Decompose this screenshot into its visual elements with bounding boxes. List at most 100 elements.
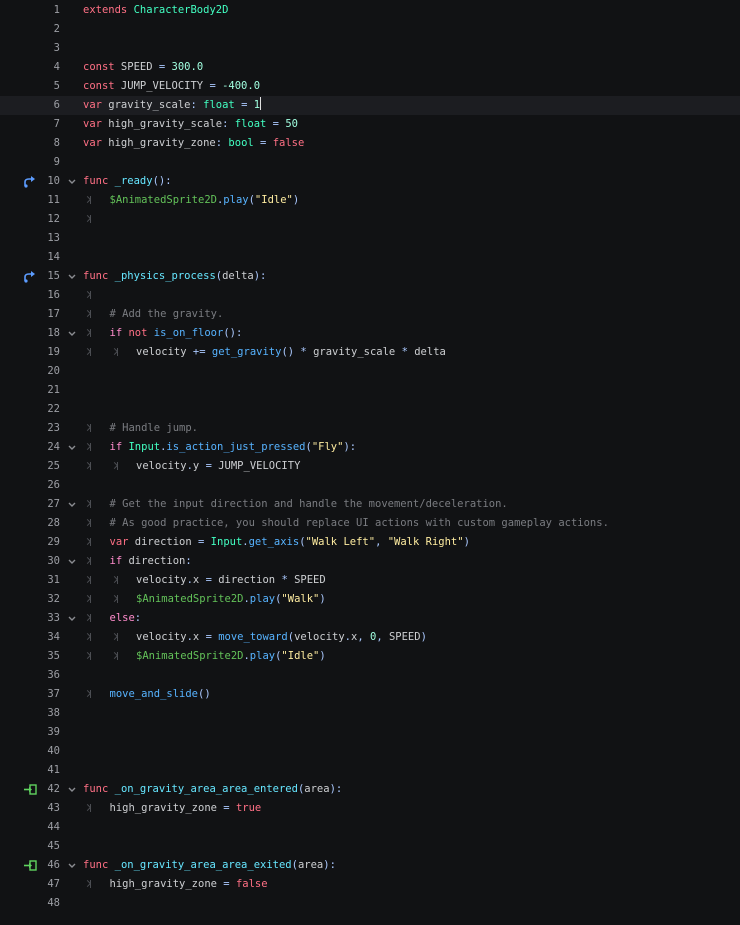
code-line[interactable]: 27 # Get the input direction and handle t… xyxy=(0,495,740,514)
code-token: get_gravity xyxy=(211,346,282,358)
code-token: not xyxy=(128,327,148,339)
code-token: # Handle jump. xyxy=(109,422,199,434)
code-line[interactable]: 46 func _on_gravity_area_area_exited(area… xyxy=(0,856,740,875)
code-token: x xyxy=(192,631,206,643)
line-number: 35 xyxy=(47,650,60,662)
line-number: 43 xyxy=(47,802,60,814)
code-token: area xyxy=(297,859,324,871)
code-line[interactable]: 44 xyxy=(0,818,740,837)
fold-chevron-icon[interactable] xyxy=(66,780,78,799)
code-line[interactable]: 38 xyxy=(0,704,740,723)
code-line[interactable]: 20 xyxy=(0,362,740,381)
code-line[interactable]: 2 xyxy=(0,20,740,39)
signal-connection-icon[interactable] xyxy=(22,856,38,875)
code-line[interactable]: 11 $AnimatedSprite2D.play("Idle") xyxy=(0,191,740,210)
code-line[interactable]: 8 var high_gravity_zone: bool = false xyxy=(0,134,740,153)
line-number: 24 xyxy=(47,441,60,453)
code-line[interactable]: 42 func _on_gravity_area_area_entered(are… xyxy=(0,780,740,799)
code-line[interactable]: 23 # Handle jump. xyxy=(0,419,740,438)
code-token: velocity xyxy=(136,574,187,586)
fold-chevron-icon[interactable] xyxy=(66,324,78,343)
code-token: velocity xyxy=(294,631,345,643)
code-line[interactable]: 1 extends CharacterBody2D xyxy=(0,1,740,20)
code-token: direction xyxy=(128,536,199,548)
code-line[interactable]: 7 var high_gravity_scale: float = 50 xyxy=(0,115,740,134)
indent-tab-icon xyxy=(110,628,137,647)
override-icon[interactable] xyxy=(22,267,38,286)
fold-chevron-icon[interactable] xyxy=(66,172,78,191)
code-token: if xyxy=(109,555,123,567)
code-token: direction xyxy=(211,574,282,586)
code-line[interactable]: 5 const JUMP_VELOCITY = -400.0 xyxy=(0,77,740,96)
code-line[interactable]: 21 xyxy=(0,381,740,400)
code-token: ) xyxy=(292,194,300,206)
fold-chevron-icon[interactable] xyxy=(66,267,78,286)
code-line[interactable]: 37 move_and_slide() xyxy=(0,685,740,704)
code-line[interactable]: 16 xyxy=(0,286,740,305)
code-token: float xyxy=(234,118,267,130)
code-line[interactable]: 35 $AnimatedSprite2D.play("Idle") xyxy=(0,647,740,666)
line-number: 11 xyxy=(47,194,60,206)
code-text: const SPEED = 300.0 xyxy=(83,58,203,77)
override-icon[interactable] xyxy=(22,172,38,191)
code-line[interactable]: 45 xyxy=(0,837,740,856)
code-line[interactable]: 19 velocity += get_gravity() * gravity_sc… xyxy=(0,343,740,362)
code-line[interactable]: 33 else: xyxy=(0,609,740,628)
code-line[interactable]: 40 xyxy=(0,742,740,761)
code-line[interactable]: 3 xyxy=(0,39,740,58)
text-caret xyxy=(260,97,262,110)
code-token: $AnimatedSprite2D xyxy=(109,194,217,206)
code-line[interactable]: 12 xyxy=(0,210,740,229)
fold-chevron-icon[interactable] xyxy=(66,552,78,571)
code-line[interactable]: 30 if direction: xyxy=(0,552,740,571)
signal-connection-icon[interactable] xyxy=(22,780,38,799)
fold-chevron-icon[interactable] xyxy=(66,495,78,514)
code-text: $AnimatedSprite2D.play("Idle") xyxy=(83,191,299,210)
line-number: 38 xyxy=(47,707,60,719)
code-line[interactable]: 17 # Add the gravity. xyxy=(0,305,740,324)
code-line[interactable]: 9 xyxy=(0,153,740,172)
code-line[interactable]: 47 high_gravity_zone = false xyxy=(0,875,740,894)
indent-tab-icon xyxy=(83,305,110,324)
fold-chevron-icon[interactable] xyxy=(66,609,78,628)
code-token: const xyxy=(83,61,115,73)
fold-chevron-icon[interactable] xyxy=(66,856,78,875)
code-line[interactable]: 28 # As good practice, you should replace… xyxy=(0,514,740,533)
code-line[interactable]: 14 xyxy=(0,248,740,267)
code-line[interactable]: 24 if Input.is_action_just_pressed("Fly")… xyxy=(0,438,740,457)
code-line[interactable]: 41 xyxy=(0,761,740,780)
code-token: move_toward xyxy=(218,631,288,643)
code-line[interactable]: 36 xyxy=(0,666,740,685)
code-token: JUMP_VELOCITY xyxy=(211,460,301,472)
code-line[interactable]: 15 func _physics_process(delta): xyxy=(0,267,740,286)
code-line[interactable]: 25 velocity.y = JUMP_VELOCITY xyxy=(0,457,740,476)
code-line[interactable]: 4 const SPEED = 300.0 xyxy=(0,58,740,77)
fold-chevron-icon[interactable] xyxy=(66,438,78,457)
code-line[interactable]: 22 xyxy=(0,400,740,419)
line-number: 45 xyxy=(47,840,60,852)
code-line[interactable]: 29 var direction = Input.get_axis("Walk L… xyxy=(0,533,740,552)
code-line[interactable]: 43 high_gravity_zone = true xyxy=(0,799,740,818)
code-token: CharacterBody2D xyxy=(133,4,229,16)
code-line[interactable]: 18 if not is_on_floor(): xyxy=(0,324,740,343)
line-number: 14 xyxy=(47,251,60,263)
code-editor[interactable]: 1 extends CharacterBody2D 2 3 4 const SPEED =… xyxy=(0,0,740,925)
code-line[interactable]: 32 $AnimatedSprite2D.play("Walk") xyxy=(0,590,740,609)
line-number: 22 xyxy=(47,403,60,415)
code-token: ): xyxy=(343,441,357,453)
code-token: func xyxy=(83,175,109,187)
code-line[interactable]: 6 var gravity_scale: float = 1 xyxy=(0,96,740,115)
line-number: 39 xyxy=(47,726,60,738)
code-line[interactable]: 34 velocity.x = move_toward(velocity.x, 0… xyxy=(0,628,740,647)
code-line[interactable]: 13 xyxy=(0,229,740,248)
code-line[interactable]: 31 velocity.x = direction * SPEED xyxy=(0,571,740,590)
code-line[interactable]: 39 xyxy=(0,723,740,742)
code-line[interactable]: 48 xyxy=(0,894,740,913)
code-text: # Add the gravity. xyxy=(83,305,223,324)
code-token: move_and_slide xyxy=(109,688,199,700)
code-line[interactable]: 26 xyxy=(0,476,740,495)
code-text: velocity += get_gravity() * gravity_scal… xyxy=(83,343,446,362)
indent-tab-icon xyxy=(83,647,110,666)
code-token: (): xyxy=(152,175,172,187)
code-line[interactable]: 10 func _ready(): xyxy=(0,172,740,191)
